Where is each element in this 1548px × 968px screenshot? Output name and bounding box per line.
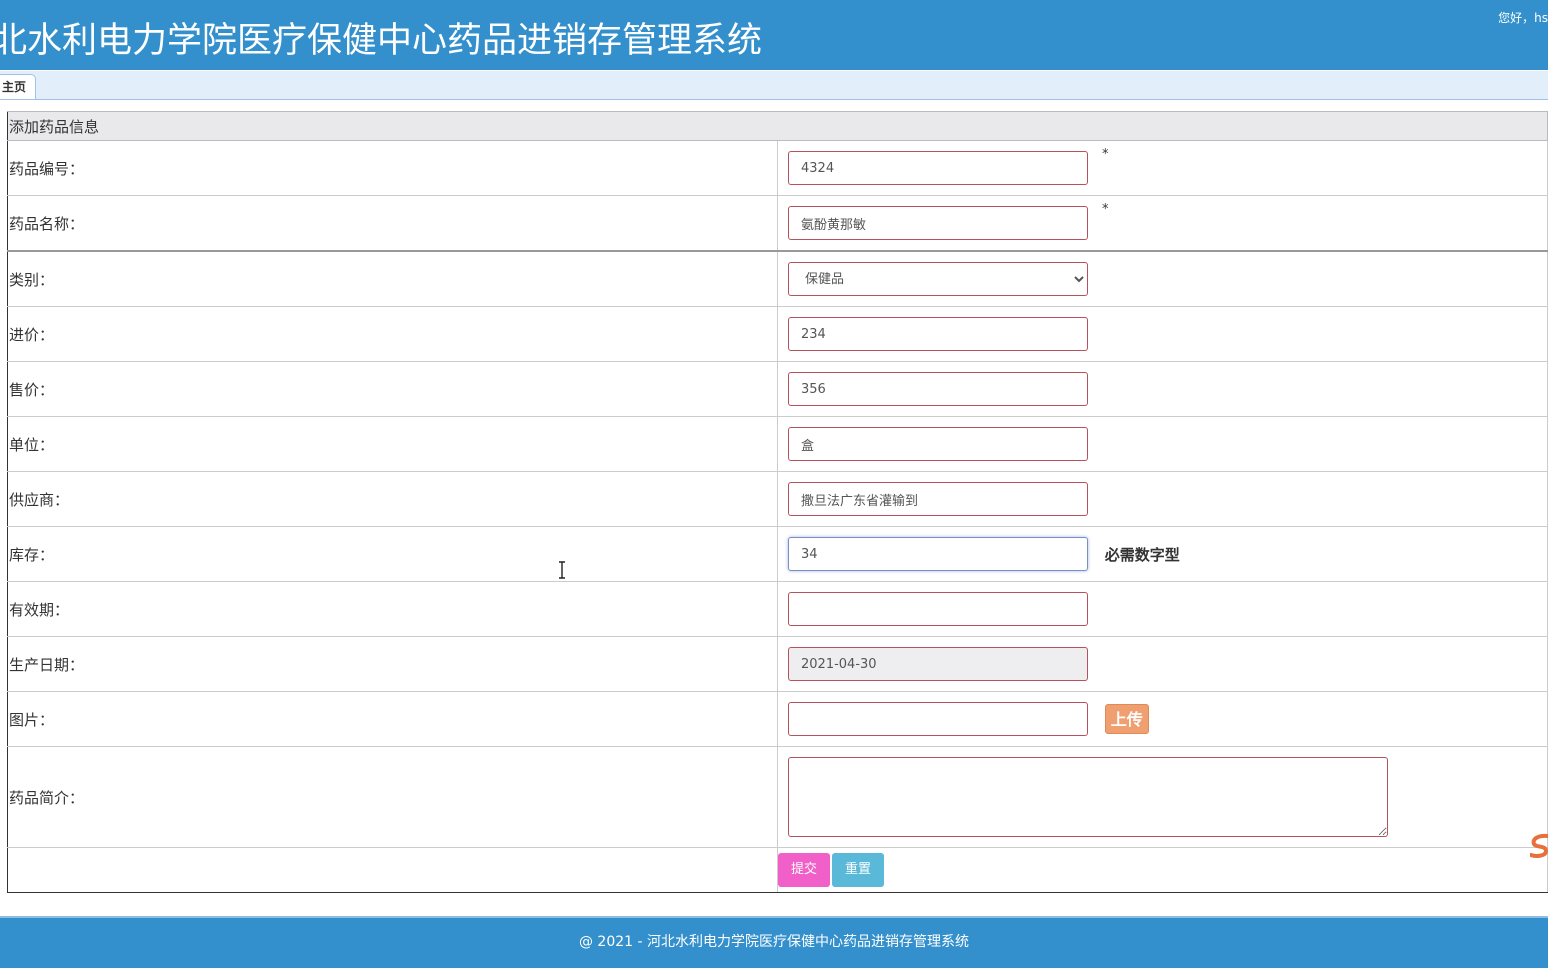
stock-label: 库存： bbox=[7, 526, 778, 582]
drug-name-input[interactable] bbox=[788, 206, 1088, 240]
description-label: 药品简介： bbox=[7, 746, 778, 848]
sohu-logo-icon bbox=[1530, 833, 1548, 858]
supplier-input[interactable] bbox=[788, 482, 1088, 516]
description-textarea[interactable] bbox=[788, 757, 1388, 837]
expiry-input[interactable] bbox=[788, 592, 1088, 626]
user-greeting[interactable]: 您好，hs bbox=[1498, 9, 1548, 26]
buttons-label-cell bbox=[7, 847, 778, 893]
drug-code-label: 药品编号： bbox=[7, 140, 778, 196]
unit-input[interactable] bbox=[788, 427, 1088, 461]
stock-input[interactable] bbox=[788, 537, 1088, 571]
upload-button[interactable]: 上传 bbox=[1104, 704, 1149, 734]
add-drug-form: 添加药品信息 药品编号： * 药品名称： * 类别： 保健品 进价： 售价： 单… bbox=[7, 111, 1548, 893]
required-marker: * bbox=[1102, 147, 1109, 162]
text-cursor-icon bbox=[559, 561, 565, 579]
submit-button[interactable]: 提交 bbox=[778, 853, 831, 887]
production-date-input[interactable] bbox=[788, 647, 1088, 681]
footer-copyright: @ 2021 - 河北水利电力学院医疗保健中心药品进销存管理系统 bbox=[578, 934, 970, 950]
purchase-price-input[interactable] bbox=[788, 317, 1088, 351]
image-label: 图片： bbox=[7, 691, 778, 747]
tab-home[interactable]: 主页 bbox=[0, 74, 36, 99]
required-marker: * bbox=[1102, 202, 1109, 217]
sale-price-label: 售价： bbox=[7, 361, 778, 417]
category-label: 类别： bbox=[7, 250, 778, 307]
form-caption: 添加药品信息 bbox=[7, 111, 1548, 141]
production-date-label: 生产日期： bbox=[7, 636, 778, 692]
app-footer: @ 2021 - 河北水利电力学院医疗保健中心药品进销存管理系统 bbox=[0, 916, 1548, 968]
supplier-label: 供应商： bbox=[7, 471, 778, 527]
stock-validation-hint: 必需数字型 bbox=[1104, 545, 1180, 564]
unit-label: 单位： bbox=[7, 416, 778, 472]
category-select[interactable]: 保健品 bbox=[788, 262, 1088, 296]
app-header: 北水利电力学院医疗保健中心药品进销存管理系统 您好，hs bbox=[0, 0, 1548, 70]
drug-code-input[interactable] bbox=[788, 151, 1088, 185]
image-path-input[interactable] bbox=[788, 702, 1088, 736]
app-title: 北水利电力学院医疗保健中心药品进销存管理系统 bbox=[0, 21, 763, 61]
expiry-label: 有效期： bbox=[7, 581, 778, 637]
reset-button[interactable]: 重置 bbox=[832, 853, 885, 887]
purchase-price-label: 进价： bbox=[7, 306, 778, 362]
drug-name-label: 药品名称： bbox=[7, 195, 778, 252]
tab-bar: 主页 bbox=[0, 71, 1548, 100]
sale-price-input[interactable] bbox=[788, 372, 1088, 406]
